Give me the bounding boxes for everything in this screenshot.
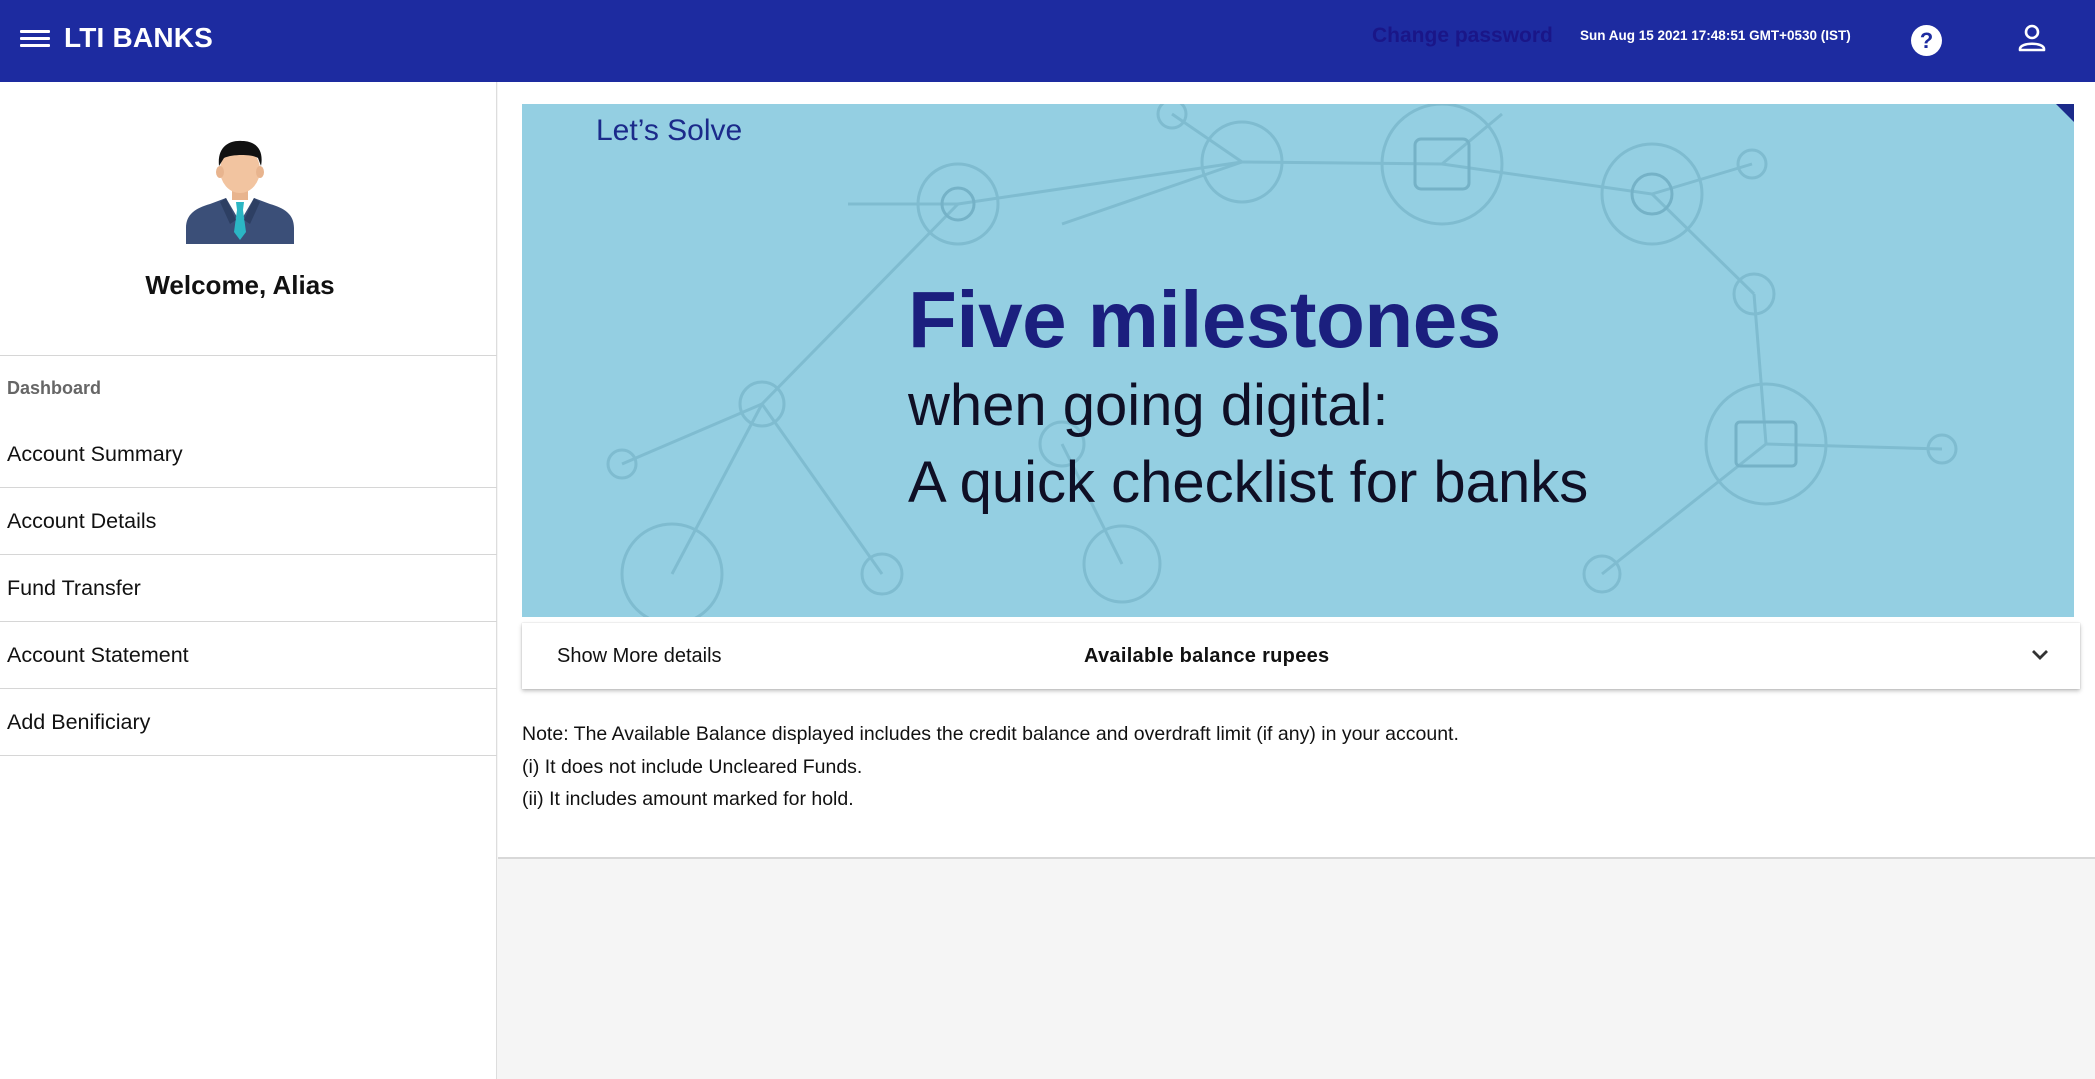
sidebar-divider	[0, 355, 497, 356]
sidebar-item-account-summary[interactable]: Account Summary	[0, 421, 497, 488]
sidebar-nav: Account Summary Account Details Fund Tra…	[0, 421, 497, 756]
balance-notes: Note: The Available Balance displayed in…	[522, 718, 1459, 816]
note-line: (ii) It includes amount marked for hold.	[522, 788, 854, 810]
user-account-icon[interactable]	[2016, 22, 2048, 54]
banner-headline: Five milestones	[908, 275, 1501, 364]
user-avatar-icon	[186, 140, 294, 244]
current-datetime: Sun Aug 15 2021 17:48:51 GMT+0530 (IST)	[1580, 28, 1851, 43]
balance-expansion-panel[interactable]: Show More details Available balance rupe…	[522, 623, 2080, 689]
banner-subline-2: A quick checklist for banks	[908, 450, 1589, 515]
menu-icon[interactable]	[20, 26, 50, 52]
show-more-details-label[interactable]: Show More details	[557, 645, 722, 668]
brand-title: LTI BANKS	[64, 22, 214, 53]
banner-tag: Let’s Solve	[596, 114, 743, 147]
help-icon[interactable]: ?	[1911, 25, 1942, 56]
promo-banner: Let’s Solve Five milestones when going d…	[522, 104, 2074, 617]
change-password-link[interactable]: Change password	[1372, 24, 1553, 48]
available-balance-label: Available balance rupees	[1084, 645, 1330, 667]
banner-subline-1: when going digital:	[908, 373, 1389, 438]
banner-corner-accent	[2056, 104, 2074, 122]
sidebar-section-dashboard[interactable]: Dashboard	[7, 378, 101, 399]
sidebar-item-add-beneficiary[interactable]: Add Benificiary	[0, 689, 497, 756]
sidebar-item-fund-transfer[interactable]: Fund Transfer	[0, 555, 497, 622]
note-line: Note: The Available Balance displayed in…	[522, 723, 1459, 745]
sidebar-item-account-statement[interactable]: Account Statement	[0, 622, 497, 689]
sidebar: Welcome, Alias Dashboard Account Summary…	[0, 82, 497, 1079]
note-line: (i) It does not include Uncleared Funds.	[522, 755, 863, 778]
top-app-bar: LTI BANKS Change password Sun Aug 15 202…	[0, 0, 2095, 82]
sidebar-item-account-details[interactable]: Account Details	[0, 488, 497, 555]
welcome-message: Welcome, Alias	[145, 270, 335, 300]
chevron-down-icon[interactable]	[2029, 647, 2051, 663]
